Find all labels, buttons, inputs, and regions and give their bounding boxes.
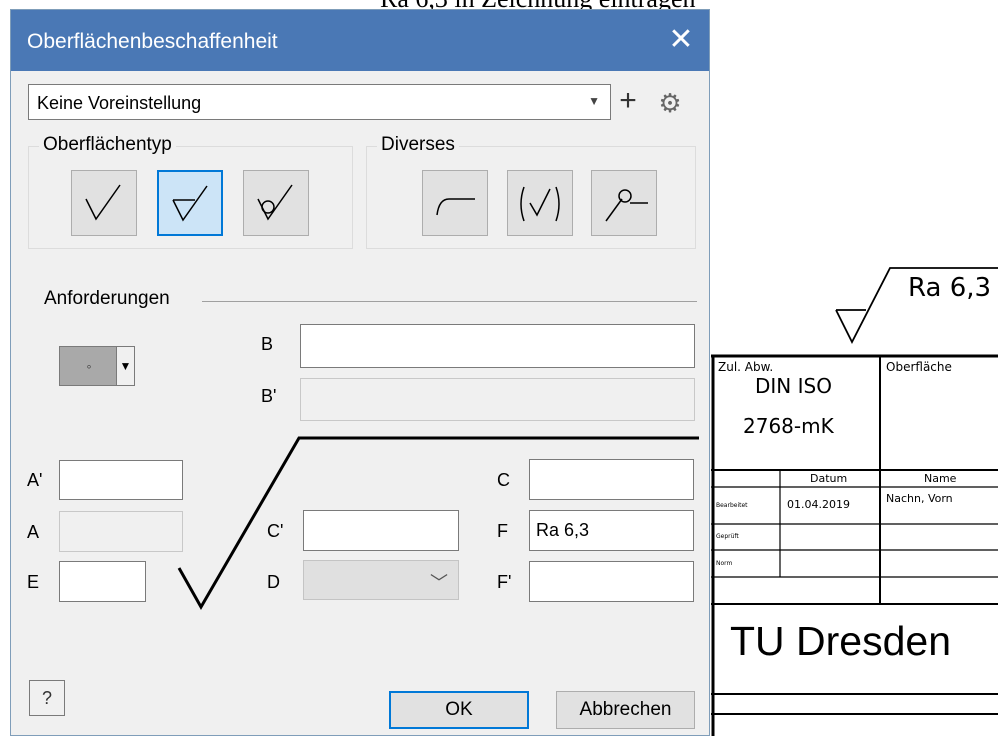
field-label-f-prime: F' bbox=[497, 572, 512, 592]
field-c[interactable] bbox=[529, 459, 694, 500]
name-value: Nachn, Vorn bbox=[886, 492, 953, 505]
surface-texture-dialog: Oberflächenbeschaffenheit ✕ Keine Vorein… bbox=[10, 9, 710, 736]
row-drawn-label: Bearbeitet bbox=[716, 502, 748, 509]
field-e[interactable] bbox=[59, 561, 146, 602]
organization-name: TU Dresden bbox=[730, 618, 952, 664]
field-label-a: A bbox=[27, 522, 40, 542]
field-label-c-prime: C' bbox=[267, 521, 284, 541]
field-label-b-prime: B' bbox=[261, 386, 277, 406]
field-f-prime[interactable] bbox=[529, 561, 694, 602]
field-f[interactable] bbox=[529, 510, 694, 551]
field-label-a-prime: A' bbox=[27, 470, 43, 490]
drawing-symbol-text: Ra 6,3 bbox=[908, 273, 992, 303]
field-a-prime[interactable] bbox=[59, 460, 183, 500]
field-d-dropdown[interactable]: ﹀ bbox=[303, 560, 459, 600]
field-b-prime[interactable] bbox=[300, 378, 695, 421]
field-a[interactable] bbox=[59, 511, 183, 552]
tolerance-value-1: DIN ISO bbox=[755, 374, 832, 398]
field-c-prime[interactable] bbox=[303, 510, 459, 551]
field-label-d: D bbox=[267, 572, 280, 592]
field-label-b: B bbox=[261, 334, 274, 354]
date-header: Datum bbox=[810, 472, 848, 485]
ok-button[interactable]: OK bbox=[389, 691, 529, 729]
date-value: 01.04.2019 bbox=[787, 498, 850, 511]
tolerance-value-2: 2768-mK bbox=[743, 414, 834, 438]
help-button[interactable]: ? bbox=[29, 680, 65, 716]
field-label-c: C bbox=[497, 470, 510, 490]
surface-label: Oberfläche bbox=[886, 360, 952, 374]
field-label-f: F bbox=[497, 521, 508, 541]
row-norm-label: Norm bbox=[716, 560, 733, 567]
help-icon: ? bbox=[41, 688, 52, 708]
chevron-down-icon: ﹀ bbox=[430, 573, 448, 593]
field-b[interactable] bbox=[300, 324, 695, 368]
row-checked-label: Geprüft bbox=[716, 533, 739, 540]
name-header: Name bbox=[924, 472, 957, 485]
field-label-e: E bbox=[27, 572, 40, 592]
surface-symbol-diagram bbox=[177, 436, 699, 611]
cancel-button[interactable]: Abbrechen bbox=[556, 691, 695, 729]
tolerance-label: Zul. Abw. bbox=[718, 360, 774, 374]
